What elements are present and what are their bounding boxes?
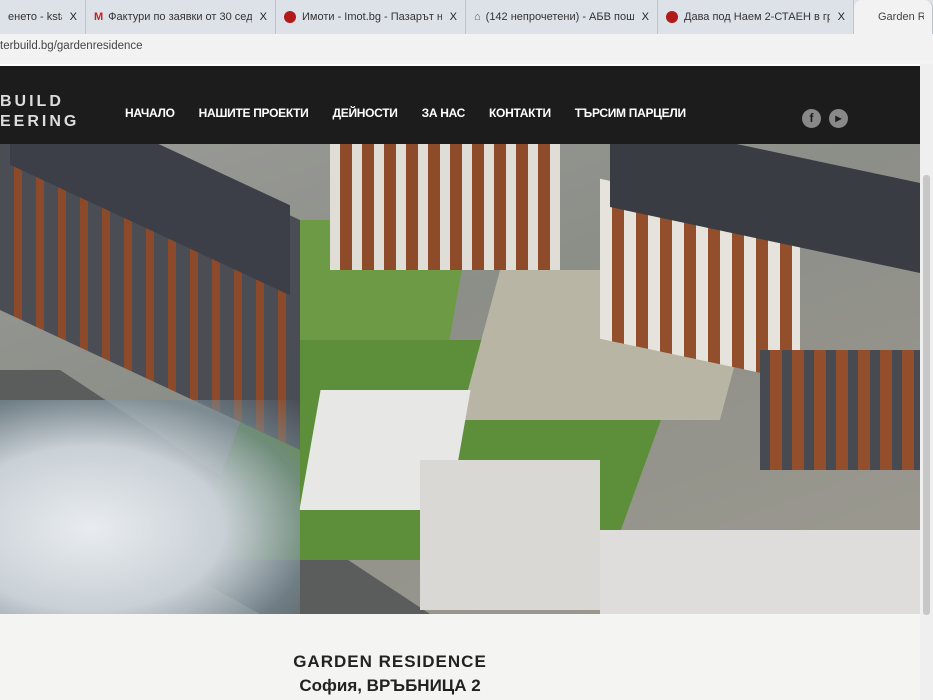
close-tab-icon[interactable]: X [260, 11, 267, 23]
tab-1[interactable]: енето - kstat X [0, 0, 86, 34]
nav-about[interactable]: ЗА НАС [422, 106, 466, 120]
tab-title: (142 непрочетени) - АБВ поща [485, 11, 634, 23]
close-tab-icon[interactable]: X [70, 11, 77, 23]
logo[interactable]: BUILD EERING [0, 92, 79, 132]
tab-title: Garden Reside [878, 11, 924, 23]
hero-building [330, 140, 560, 270]
close-tab-icon[interactable]: X [450, 11, 457, 23]
tab-title: Дава под Наем 2-СТАЕН в гра [684, 11, 830, 23]
hero-cloud [0, 400, 300, 614]
site-nav: BUILD EERING НАЧАЛО НАШИТЕ ПРОЕКТИ ДЕЙНОС… [0, 66, 920, 144]
youtube-icon[interactable]: ▶ [829, 109, 848, 128]
abv-icon: ⌂ [474, 11, 481, 23]
tab-4[interactable]: ⌂ (142 непрочетени) - АБВ поща X [466, 0, 658, 34]
facebook-icon[interactable]: f [802, 109, 821, 128]
logo-line: BUILD [0, 93, 64, 110]
project-title: GARDEN RESIDENCE [293, 652, 487, 671]
hero-image [0, 140, 920, 614]
nav-home[interactable]: НАЧАЛО [125, 106, 175, 120]
tab-3[interactable]: Имоти - Imot.bg - Пазарът на X [276, 0, 466, 34]
close-tab-icon[interactable]: X [838, 11, 845, 23]
nav-projects[interactable]: НАШИТЕ ПРОЕКТИ [199, 106, 309, 120]
imot-icon [284, 11, 296, 23]
hero-building [760, 350, 920, 470]
tab-bar: енето - kstat X M Фактури по заявки от 30 … [0, 0, 933, 34]
project-location: София, ВРЪБНИЦА 2 [299, 676, 481, 695]
address-bar[interactable]: terbuild.bg/gardenresidence [0, 34, 933, 60]
logo-line: EERING [0, 113, 80, 130]
gmail-icon: M [94, 11, 104, 23]
tab-2[interactable]: M Фактури по заявки от 30 седм X [86, 0, 276, 34]
nav-contacts[interactable]: КОНТАКТИ [489, 106, 551, 120]
close-tab-icon[interactable]: X [642, 11, 649, 23]
tab-title: Фактури по заявки от 30 седм [108, 11, 252, 23]
nav-activities[interactable]: ДЕЙНОСТИ [333, 106, 398, 120]
tab-active[interactable]: Garden Reside [854, 0, 933, 34]
url-text: terbuild.bg/gardenresidence [0, 40, 143, 52]
hero-house [600, 530, 920, 614]
scrollbar-thumb[interactable] [923, 175, 930, 615]
tab-title: енето - kstat [8, 11, 62, 23]
hero-house [420, 460, 600, 610]
tab-title: Имоти - Imot.bg - Пазарът на [302, 11, 442, 23]
main-menu: НАЧАЛО НАШИТЕ ПРОЕКТИ ДЕЙНОСТИ ЗА НАС КО… [125, 106, 686, 120]
imot-icon [666, 11, 678, 23]
tab-5[interactable]: Дава под Наем 2-СТАЕН в гра X [658, 0, 854, 34]
nav-plots[interactable]: ТЪРСИМ ПАРЦЕЛИ [575, 106, 686, 120]
